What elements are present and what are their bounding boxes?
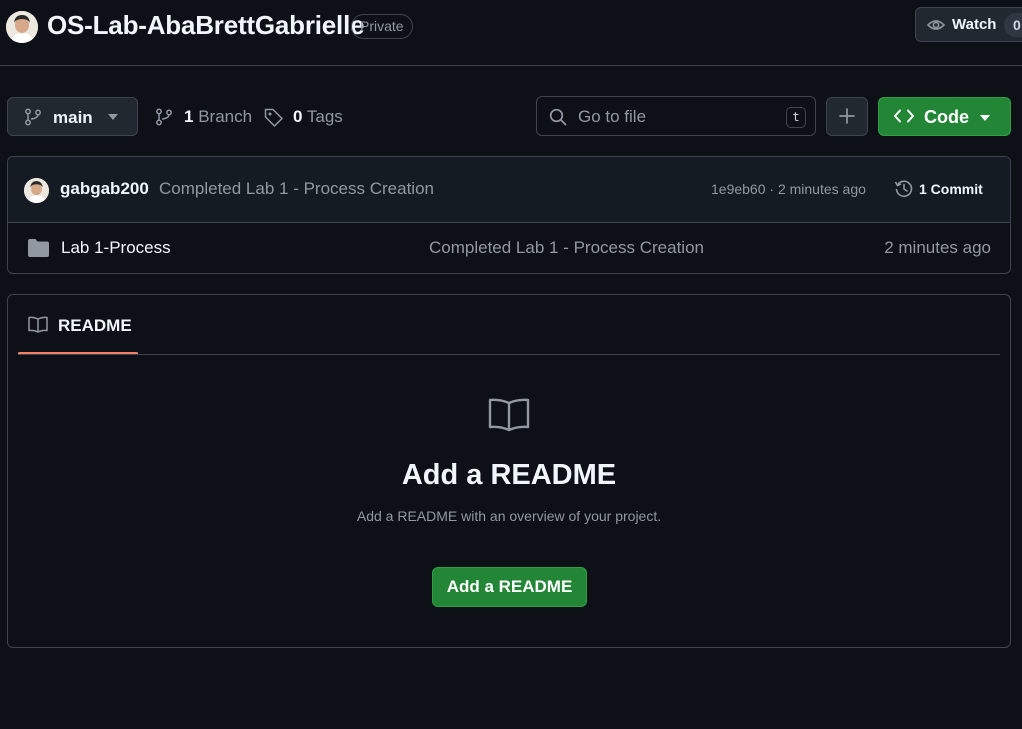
tags-link[interactable]: 0 Tags — [264, 107, 343, 127]
readme-empty-subtitle: Add a README with an overview of your pr… — [356, 508, 662, 524]
branches-label: Branch — [198, 107, 253, 126]
tab-readme[interactable]: README — [18, 295, 138, 355]
add-readme-button[interactable]: Add a README — [432, 567, 587, 607]
branch-select-button[interactable]: main — [7, 97, 138, 136]
watch-count: 0 — [1004, 13, 1022, 37]
branch-name: main — [53, 108, 93, 127]
caret-down-icon — [980, 115, 990, 121]
code-label: Code — [924, 107, 969, 127]
file-commit-message[interactable]: Completed Lab 1 - Process Creation — [429, 238, 704, 258]
code-icon — [894, 109, 914, 123]
commit-message[interactable]: Completed Lab 1 - Process Creation — [159, 179, 434, 199]
code-button[interactable]: Code — [878, 97, 1011, 136]
tab-readme-label: README — [58, 316, 132, 335]
watch-button[interactable]: Watch 0 — [915, 7, 1022, 42]
search-icon — [549, 108, 567, 126]
tags-count: 0 — [293, 107, 303, 126]
book-icon — [28, 316, 48, 333]
plus-icon — [839, 108, 855, 124]
visibility-badge: Private — [351, 14, 413, 39]
book-icon — [488, 398, 530, 432]
go-to-file-input[interactable]: Go to file t — [536, 96, 816, 136]
git-branch-icon — [155, 108, 173, 126]
branches-link[interactable]: 1 Branch — [155, 107, 252, 127]
latest-commit-row: gabgab200 Completed Lab 1 - Process Crea… — [8, 157, 1010, 223]
tag-icon — [264, 108, 284, 127]
owner-avatar[interactable] — [6, 11, 38, 43]
readme-empty-title: Add a README — [401, 459, 617, 491]
folder-icon — [28, 239, 49, 257]
file-age: 2 minutes ago — [884, 238, 991, 257]
file-name[interactable]: Lab 1-Process — [61, 238, 171, 258]
git-branch-icon — [24, 108, 42, 126]
search-placeholder: Go to file — [578, 107, 647, 126]
commit-hash-time[interactable]: 1e9eb60 · 2 minutes ago — [711, 181, 866, 197]
branches-count: 1 — [184, 107, 194, 126]
add-file-button[interactable] — [826, 97, 868, 136]
tags-label: Tags — [306, 107, 343, 126]
tab-divider — [18, 354, 1000, 355]
watch-label: Watch — [952, 16, 997, 33]
file-row[interactable]: Lab 1-Process Completed Lab 1 - Process … — [8, 223, 1010, 273]
search-shortcut-key: t — [786, 107, 806, 128]
eye-icon — [927, 17, 945, 33]
file-browser: gabgab200 Completed Lab 1 - Process Crea… — [7, 156, 1011, 274]
commit-count-link[interactable]: 1 Commit — [919, 181, 983, 197]
commit-author[interactable]: gabgab200 — [60, 179, 149, 199]
repo-name[interactable]: OS-Lab-AbaBrettGabrielle — [47, 10, 365, 41]
commit-author-avatar[interactable] — [24, 178, 49, 203]
header-divider — [0, 65, 1022, 66]
readme-panel: README Add a README Add a README with an… — [7, 294, 1011, 648]
caret-down-icon — [108, 114, 118, 120]
history-icon — [894, 179, 914, 199]
